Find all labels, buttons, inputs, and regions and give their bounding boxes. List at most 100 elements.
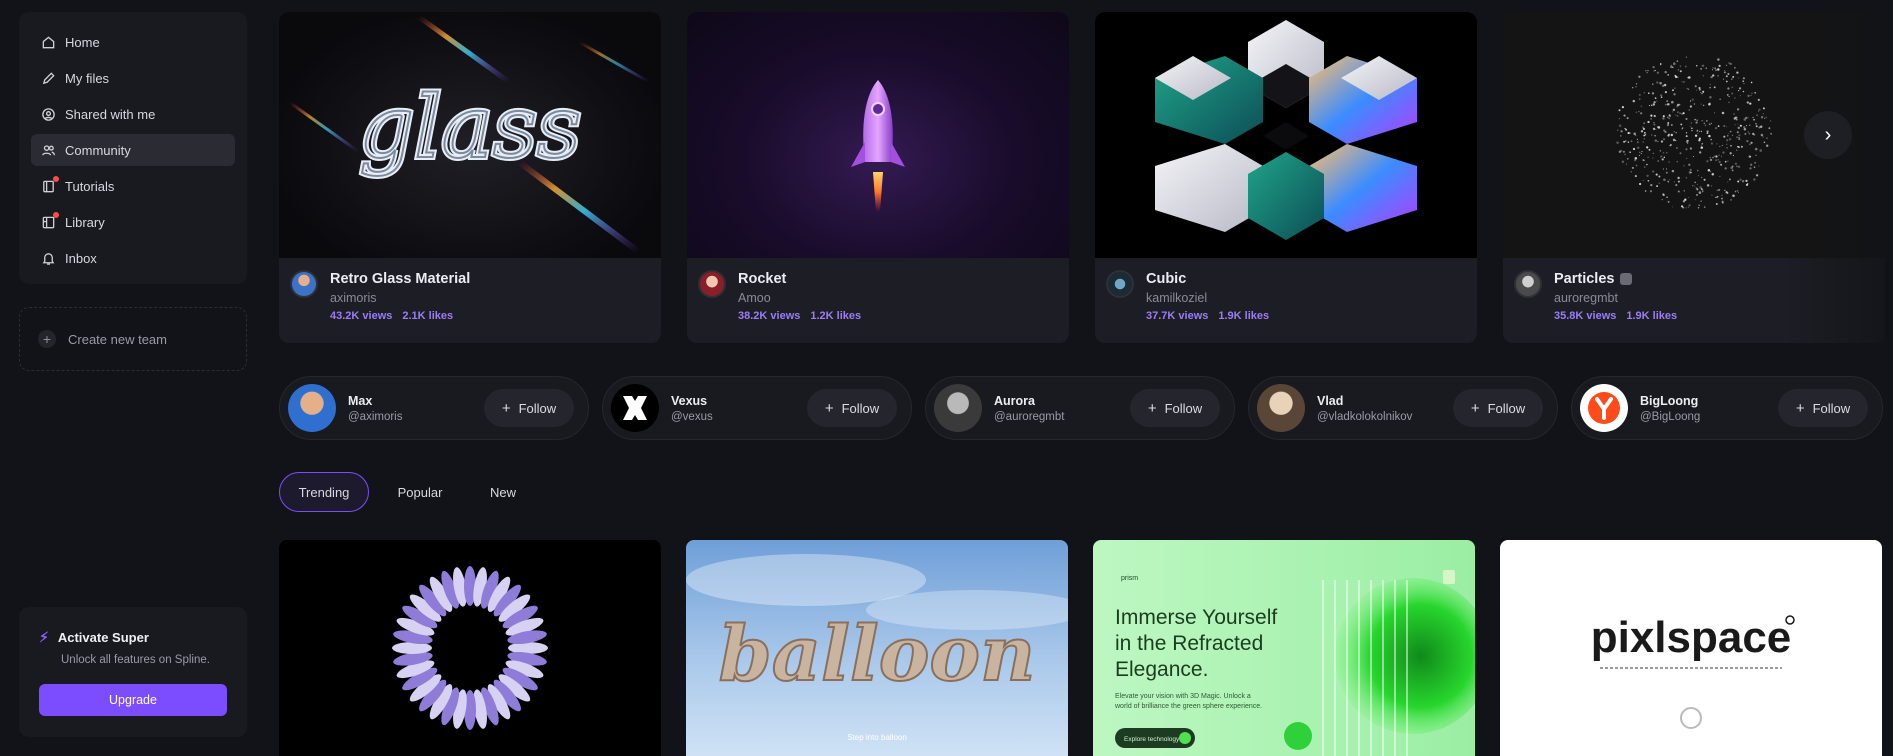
- follow-button[interactable]: + Follow: [1130, 389, 1220, 427]
- particle-dot: [1675, 184, 1678, 187]
- book-icon-wrap: [41, 175, 65, 194]
- particle-dot: [1728, 95, 1730, 98]
- avatar[interactable]: [1106, 270, 1134, 298]
- svg-text:Explore technology: Explore technology: [1124, 736, 1180, 743]
- particle-dot: [1670, 133, 1674, 137]
- particle-dot: [1666, 100, 1669, 102]
- particle-dot: [1624, 140, 1627, 142]
- sidebar-nav: Home My files Shared with me Community T…: [19, 12, 247, 284]
- particle-dot: [1715, 196, 1717, 199]
- particle-dot: [1711, 173, 1715, 176]
- follow-button[interactable]: + Follow: [807, 389, 897, 427]
- particle-dot: [1671, 111, 1674, 113]
- sidebar-item-inbox[interactable]: Inbox: [31, 242, 235, 274]
- featured-card[interactable]: Cubic kamilkoziel 37.7K views 1.9K likes: [1095, 12, 1477, 343]
- particle-dot: [1657, 160, 1659, 162]
- follow-button[interactable]: + Follow: [1778, 389, 1868, 427]
- plus-icon: +: [1470, 399, 1480, 417]
- particle-dot: [1726, 147, 1728, 149]
- card-title[interactable]: Cubic: [1146, 270, 1269, 288]
- card-author[interactable]: aximoris: [330, 291, 470, 305]
- particle-dot: [1648, 148, 1651, 151]
- sidebar-item-community[interactable]: Community: [31, 134, 235, 166]
- views-count: 43.2K views: [330, 310, 393, 322]
- particle-dot: [1665, 151, 1668, 154]
- particle-dot: [1737, 89, 1740, 92]
- particle-dot: [1667, 123, 1669, 125]
- particle-dot: [1746, 125, 1748, 127]
- particle-dot: [1768, 127, 1771, 130]
- gallery-item[interactable]: pixlspace: [1500, 540, 1882, 756]
- gallery-item[interactable]: [279, 540, 661, 756]
- card-author[interactable]: auroregmbt: [1554, 291, 1677, 305]
- particle-dot: [1750, 163, 1753, 166]
- particle-dot: [1653, 70, 1655, 72]
- particle-dot: [1685, 117, 1688, 120]
- particle-dot: [1721, 194, 1723, 196]
- sidebar-item-tutorials[interactable]: Tutorials: [31, 170, 235, 202]
- follow-button[interactable]: + Follow: [484, 389, 574, 427]
- card-title[interactable]: Retro Glass Material: [330, 270, 470, 288]
- particle-dot: [1701, 176, 1703, 179]
- particle-dot: [1680, 123, 1683, 126]
- sidebar-item-my-files[interactable]: My files: [31, 62, 235, 94]
- avatar[interactable]: [1514, 270, 1542, 298]
- particle-dot: [1718, 154, 1720, 156]
- particle-dot: [1736, 136, 1739, 139]
- particle-dot: [1727, 133, 1729, 135]
- particle-dot: [1640, 130, 1644, 133]
- plus-icon: +: [1795, 399, 1805, 417]
- creator-name[interactable]: Vlad: [1317, 394, 1412, 408]
- card-title[interactable]: Rocket: [738, 270, 861, 288]
- card-title[interactable]: Particles: [1554, 270, 1677, 288]
- carousel-next-button[interactable]: ›: [1804, 111, 1852, 159]
- upgrade-button[interactable]: Upgrade: [39, 684, 227, 716]
- creator-name[interactable]: BigLoong: [1640, 394, 1700, 408]
- particle-dot: [1669, 115, 1671, 117]
- gallery-item[interactable]: prism Immerse Yourself in the Refracted …: [1093, 540, 1475, 756]
- featured-card[interactable]: glass glass Retro Glass Material aximori…: [279, 12, 661, 343]
- particle-dot: [1689, 100, 1692, 102]
- card-author[interactable]: kamilkoziel: [1146, 291, 1269, 305]
- avatar[interactable]: [934, 384, 982, 432]
- sidebar-item-shared[interactable]: Shared with me: [31, 98, 235, 130]
- sidebar-item-home[interactable]: Home: [31, 26, 235, 58]
- particle-dot: [1713, 112, 1716, 114]
- follow-label: Follow: [841, 400, 880, 416]
- particle-dot: [1709, 87, 1711, 89]
- creator-name[interactable]: Vexus: [671, 394, 713, 408]
- particle-dot: [1755, 122, 1757, 125]
- particle-dot: [1677, 111, 1679, 113]
- particle-dot: [1753, 133, 1756, 136]
- tab-trending[interactable]: Trending: [279, 472, 369, 512]
- avatar[interactable]: [290, 270, 318, 298]
- gallery-item[interactable]: balloon Step into balloon: [686, 540, 1068, 756]
- ring-artwork: [392, 566, 548, 730]
- particle-dot: [1644, 134, 1647, 136]
- avatar[interactable]: [1257, 384, 1305, 432]
- featured-card[interactable]: Particles auroregmbt 35.8K views 1.9K lik…: [1503, 12, 1885, 343]
- avatar[interactable]: [1580, 384, 1628, 432]
- card-author[interactable]: Amoo: [738, 291, 861, 305]
- particle-dot: [1650, 114, 1653, 117]
- creator-name[interactable]: Aurora: [994, 394, 1064, 408]
- particle-dot: [1662, 151, 1665, 154]
- particle-dot: [1754, 161, 1757, 164]
- featured-card[interactable]: Rocket Amoo 38.2K views 1.2K likes: [687, 12, 1069, 343]
- avatar[interactable]: [611, 384, 659, 432]
- likes-count: 2.1K likes: [402, 310, 454, 322]
- tab-popular[interactable]: Popular: [380, 472, 460, 512]
- tab-new[interactable]: New: [470, 472, 536, 512]
- particle-dot: [1757, 110, 1760, 112]
- creator-name[interactable]: Max: [348, 394, 403, 408]
- particle-dot: [1647, 179, 1650, 182]
- particle-dot: [1703, 178, 1706, 181]
- particle-dot: [1695, 64, 1698, 67]
- follow-button[interactable]: + Follow: [1453, 389, 1543, 427]
- avatar[interactable]: [288, 384, 336, 432]
- particle-dot: [1642, 179, 1644, 181]
- svg-text:Elevate your vision with 3D Ma: Elevate your vision with 3D Magic. Unloc…: [1115, 693, 1251, 700]
- sidebar-item-library[interactable]: Library: [31, 206, 235, 238]
- avatar[interactable]: [698, 270, 726, 298]
- create-team-button[interactable]: + Create new team: [19, 307, 247, 371]
